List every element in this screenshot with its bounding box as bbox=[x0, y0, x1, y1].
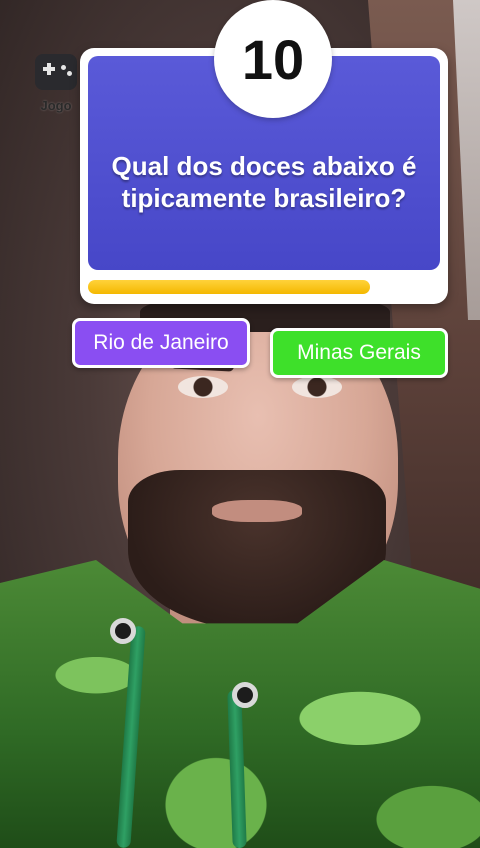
hoodie-grommet bbox=[110, 618, 136, 644]
answer-option-2[interactable]: Minas Gerais bbox=[270, 328, 448, 378]
question-number-badge: 10 bbox=[214, 0, 332, 118]
right-eye bbox=[292, 376, 342, 398]
question-text: Qual dos doces abaixo é tipicamente bras… bbox=[111, 150, 417, 214]
left-eye bbox=[178, 376, 228, 398]
answer-label: Minas Gerais bbox=[297, 341, 421, 364]
person-mouth bbox=[212, 500, 302, 522]
gamepad-icon bbox=[35, 54, 77, 90]
question-number: 10 bbox=[241, 27, 305, 91]
hoodie-grommet bbox=[232, 682, 258, 708]
answer-label: Rio de Janeiro bbox=[93, 331, 229, 354]
effect-badge[interactable]: Jogo bbox=[32, 54, 80, 113]
timer-fill bbox=[88, 280, 370, 294]
answer-option-1[interactable]: Rio de Janeiro bbox=[72, 318, 250, 368]
effect-label: Jogo bbox=[40, 98, 72, 113]
timer-bar bbox=[88, 278, 440, 296]
